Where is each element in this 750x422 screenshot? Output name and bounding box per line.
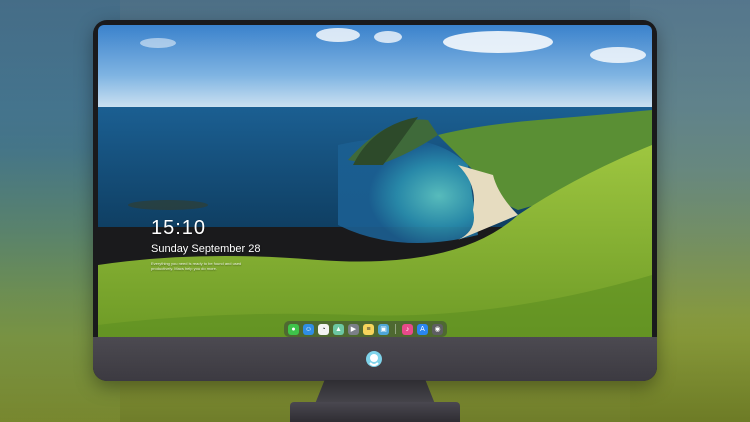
- finder-app-icon[interactable]: ☺: [303, 323, 314, 335]
- messages-app-icon[interactable]: ●: [288, 323, 299, 335]
- wallpaper: [98, 25, 652, 338]
- video-editor-app-icon[interactable]: ▶: [348, 323, 359, 335]
- dock-separator: [395, 324, 396, 334]
- photos-app-icon[interactable]: ▣: [378, 323, 389, 335]
- monitor-stand-neck: [315, 380, 435, 404]
- music-app-icon[interactable]: ♪: [402, 323, 413, 335]
- lock-screen-date: Sunday September 28: [151, 243, 261, 255]
- lock-screen[interactable]: 15:10 Sunday September 28 Everything you…: [98, 25, 652, 338]
- brand-logo-icon: [366, 351, 382, 367]
- app-store-app-icon[interactable]: A: [417, 323, 428, 335]
- lock-screen-notice: Everything you need is ready to be found…: [151, 261, 242, 271]
- maps-app-icon[interactable]: ▲: [333, 323, 344, 335]
- monitor-stand-base: [290, 402, 460, 422]
- camera-app-icon[interactable]: ◉: [432, 323, 443, 335]
- monitor-chin: [93, 337, 657, 381]
- monitor: 15:10 Sunday September 28 Everything you…: [93, 20, 657, 381]
- lock-screen-time: 15:10: [151, 217, 207, 239]
- dock: ● ☺ ◔ ▲ ▶ ≡ ▣ ♪ A ◉: [284, 321, 447, 337]
- notes-app-icon[interactable]: ≡: [363, 323, 374, 335]
- clock-app-icon[interactable]: ◔: [318, 323, 329, 335]
